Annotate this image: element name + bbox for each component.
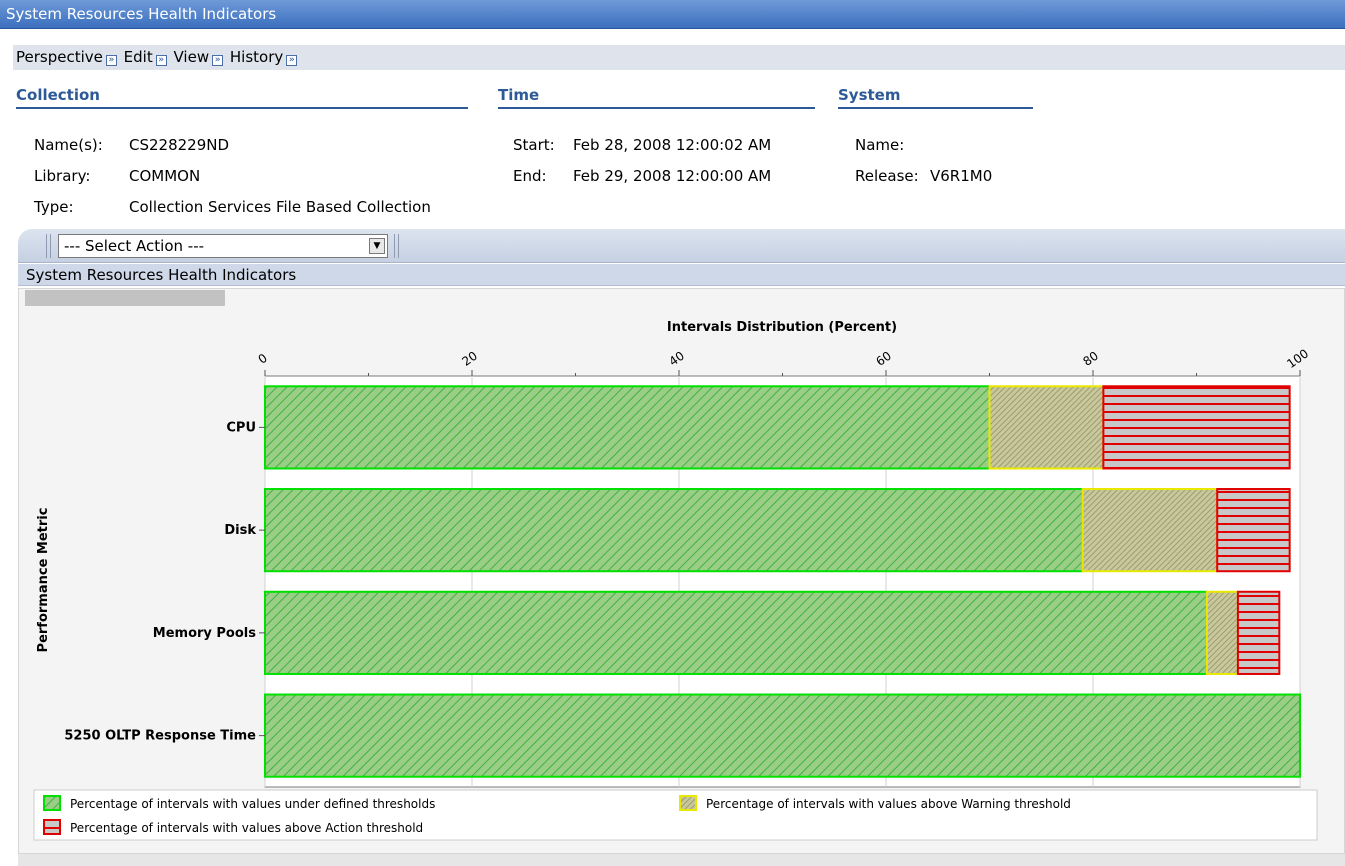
bar-above-action[interactable]: [1102, 385, 1291, 470]
legend-label: Percentage of intervals with values abov…: [70, 821, 423, 835]
legend-swatch: [43, 795, 61, 811]
chart-title: Intervals Distribution (Percent): [667, 320, 897, 335]
x-tick-label: 60: [873, 349, 894, 369]
health-indicators-chart: Intervals Distribution (Percent) Perform…: [33, 320, 1318, 841]
bar-above-warning[interactable]: [988, 385, 1105, 470]
y-category-label: CPU: [226, 420, 256, 435]
legend-label: Percentage of intervals with values abov…: [706, 797, 1071, 811]
bar-above-warning[interactable]: [1081, 488, 1219, 573]
legend-under-threshold: Percentage of intervals with values unde…: [43, 795, 435, 811]
legend-swatch: [679, 795, 697, 811]
x-tick-label: 0: [256, 351, 270, 367]
bar-under-threshold[interactable]: [264, 590, 1208, 675]
bar-above-warning[interactable]: [1205, 590, 1239, 675]
bar-under-threshold[interactable]: [264, 693, 1301, 778]
legend-swatch: [43, 819, 61, 835]
x-tick-label: 40: [666, 349, 687, 369]
y-category-label: Memory Pools: [153, 626, 256, 641]
bar-under-threshold[interactable]: [264, 385, 991, 470]
y-category-label: Disk: [224, 523, 256, 538]
legend-above-warning: Percentage of intervals with values abov…: [679, 795, 1071, 811]
bar-above-action[interactable]: [1236, 590, 1281, 675]
y-axis-label: Performance Metric: [36, 508, 51, 653]
y-category-label: 5250 OLTP Response Time: [64, 729, 256, 744]
legend-label: Percentage of intervals with values unde…: [70, 797, 435, 811]
x-tick-label: 80: [1080, 349, 1101, 369]
x-tick-label: 20: [459, 349, 480, 369]
legend-above-action: Percentage of intervals with values abov…: [43, 819, 423, 835]
bar-under-threshold[interactable]: [264, 488, 1084, 573]
x-tick-label: 100: [1284, 346, 1311, 371]
bar-above-action[interactable]: [1216, 488, 1291, 573]
